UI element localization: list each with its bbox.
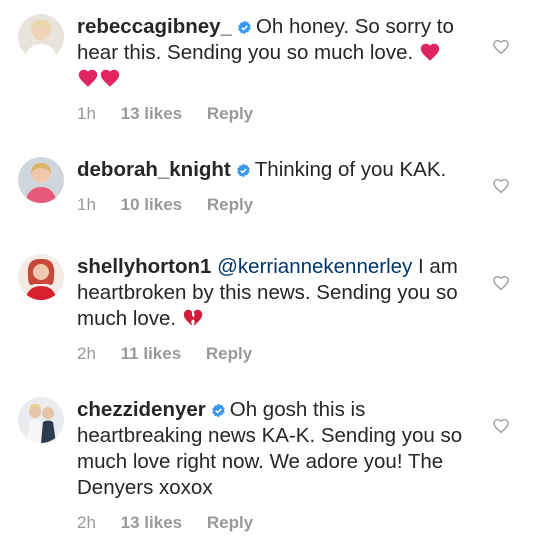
avatar[interactable] [18,397,64,443]
comment-meta: 1h 10 likes Reply [77,195,487,215]
comment-time: 1h [77,195,96,214]
avatar[interactable] [18,157,64,203]
comment-body: Thinking of you KAK. [254,158,447,181]
comment-text: deborah_knight Thinking of you KAK. [77,157,487,183]
comment-time: 1h [77,104,96,123]
reply-button[interactable]: Reply [206,344,252,363]
comment-meta: 1h 13 likes Reply [77,104,487,124]
reply-button[interactable]: Reply [207,195,253,214]
comment-username[interactable]: deborah_knight [77,158,231,181]
comment-text: rebeccagibney_ Oh honey. So sorry to hear… [77,14,487,92]
comment-text: chezzidenyer Oh gosh this is heartbreakin… [77,397,487,501]
reply-button[interactable]: Reply [207,104,253,123]
broken-heart-icon [182,307,204,329]
avatar[interactable] [18,14,64,60]
comment-meta: 2h 11 likes Reply [77,344,487,364]
verified-badge-icon [237,20,252,35]
comment-time: 2h [77,513,96,532]
comment-time: 2h [77,344,96,363]
comment-likes[interactable]: 11 likes [121,344,182,363]
comment-likes[interactable]: 10 likes [121,195,182,214]
like-heart-icon[interactable] [492,274,510,292]
reply-button[interactable]: Reply [207,513,253,532]
red-heart-icon [99,67,121,89]
like-heart-icon[interactable] [492,38,510,56]
comment-text: shellyhorton1 @kerriannekennerley I am h… [77,254,487,332]
red-heart-icon [419,41,441,63]
comment-likes[interactable]: 13 likes [121,513,182,532]
avatar[interactable] [18,254,64,300]
verified-badge-icon [211,403,226,418]
red-heart-icon [77,67,99,89]
comment-likes[interactable]: 13 likes [121,104,182,123]
comment-username[interactable]: shellyhorton1 [77,255,211,278]
like-heart-icon[interactable] [492,177,510,195]
mention-link[interactable]: @kerriannekennerley [217,255,412,278]
like-heart-icon[interactable] [492,417,510,435]
verified-badge-icon [236,163,251,178]
comments-list: rebeccagibney_ Oh honey. So sorry to hear… [0,0,539,543]
comment-meta: 2h 13 likes Reply [77,513,487,533]
comment-username[interactable]: chezzidenyer [77,398,206,421]
comment-username[interactable]: rebeccagibney_ [77,15,232,38]
